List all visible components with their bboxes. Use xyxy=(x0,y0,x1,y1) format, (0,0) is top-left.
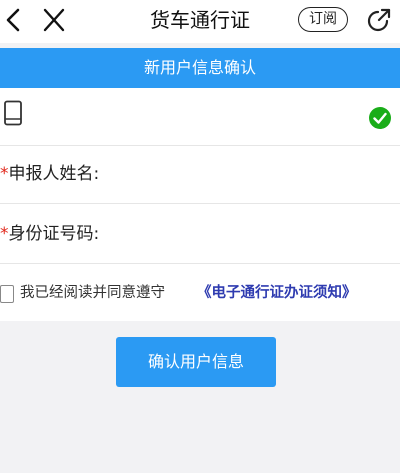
share-icon[interactable] xyxy=(365,6,393,34)
agreement-checkbox[interactable] xyxy=(0,285,14,303)
name-input[interactable] xyxy=(104,161,384,187)
name-label: *申报人姓名: xyxy=(0,162,99,186)
top-nav-bar: 货车通行证 订阅 xyxy=(0,0,400,43)
user-info-form: *申报人姓名: *身份证号码: 我已经阅读并同意遵守 《电子通行证办证须知》 xyxy=(0,88,400,321)
phone-number-value xyxy=(30,100,230,126)
check-circle-icon xyxy=(369,107,391,129)
id-number-label: *身份证号码: xyxy=(0,222,99,246)
id-number-row: *身份证号码: xyxy=(0,204,400,264)
agreement-text: 我已经阅读并同意遵守 xyxy=(20,285,165,301)
name-label-text: 申报人姓名: xyxy=(8,164,100,184)
confirm-user-info-button[interactable]: 确认用户信息 xyxy=(116,337,276,387)
phone-row xyxy=(0,88,400,146)
subscribe-button[interactable]: 订阅 xyxy=(298,7,348,32)
required-mark: * xyxy=(0,224,9,244)
agreement-row: 我已经阅读并同意遵守 《电子通行证办证须知》 xyxy=(0,264,400,321)
phone-icon xyxy=(4,100,22,126)
agreement-link[interactable]: 《电子通行证办证须知》 xyxy=(197,282,357,304)
required-mark: * xyxy=(0,164,9,184)
id-number-input[interactable] xyxy=(113,221,383,247)
section-banner: 新用户信息确认 xyxy=(0,48,400,88)
id-number-label-text: 身份证号码: xyxy=(8,224,100,244)
name-row: *申报人姓名: xyxy=(0,146,400,204)
